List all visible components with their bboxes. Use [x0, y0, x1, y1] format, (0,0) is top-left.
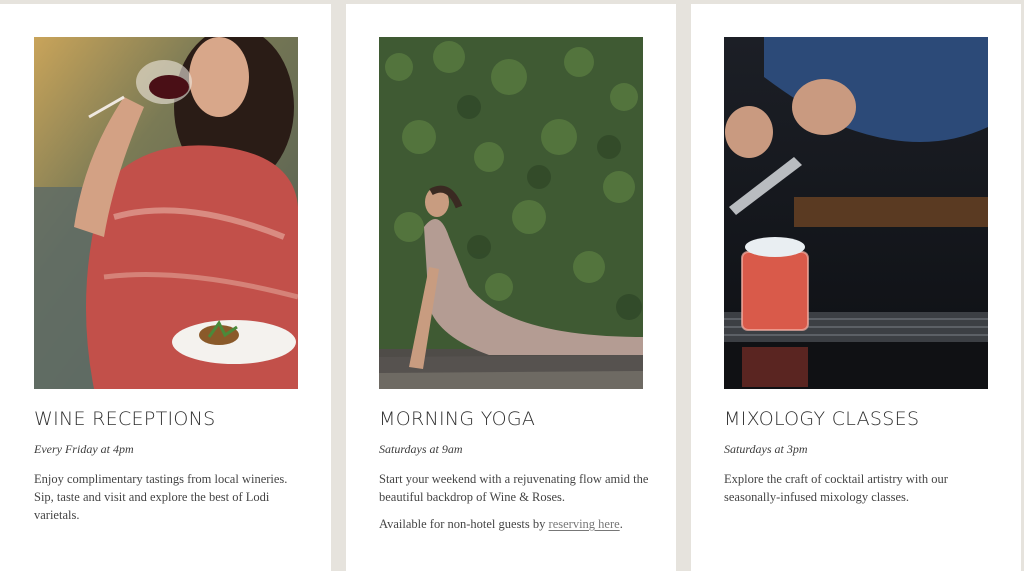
availability-note-end: .	[619, 517, 623, 531]
event-card-mixology-classes: MIXOLOGY CLASSES Saturdays at 3pm Explor…	[691, 4, 1021, 571]
card-title: MIXOLOGY CLASSES	[724, 408, 920, 430]
card-title: MORNING YOGA	[379, 408, 536, 430]
event-schedule: Saturdays at 9am	[379, 442, 463, 456]
card-description: Enjoy complimentary tastings from local …	[34, 472, 288, 522]
availability-note-text: Available for non-hotel guests by	[379, 517, 549, 531]
reserving-here-link[interactable]: reserving here	[549, 517, 620, 531]
mixology-class-photo	[724, 37, 988, 389]
card-description: Explore the craft of cocktail artistry w…	[724, 472, 948, 504]
availability-note: Available for non-hotel guests by reserv…	[379, 517, 623, 532]
card-description: Start your weekend with a rejuvenating f…	[379, 472, 649, 504]
wine-reception-photo	[34, 37, 298, 389]
event-card-wine-receptions: WINE RECEPTIONS Every Friday at 4pm Enjo…	[0, 4, 331, 571]
card-title: WINE RECEPTIONS	[34, 408, 216, 430]
event-card-morning-yoga: MORNING YOGA Saturdays at 9am Start your…	[346, 4, 676, 571]
event-schedule: Saturdays at 3pm	[724, 442, 808, 456]
morning-yoga-photo	[379, 37, 643, 389]
event-schedule: Every Friday at 4pm	[34, 442, 134, 456]
